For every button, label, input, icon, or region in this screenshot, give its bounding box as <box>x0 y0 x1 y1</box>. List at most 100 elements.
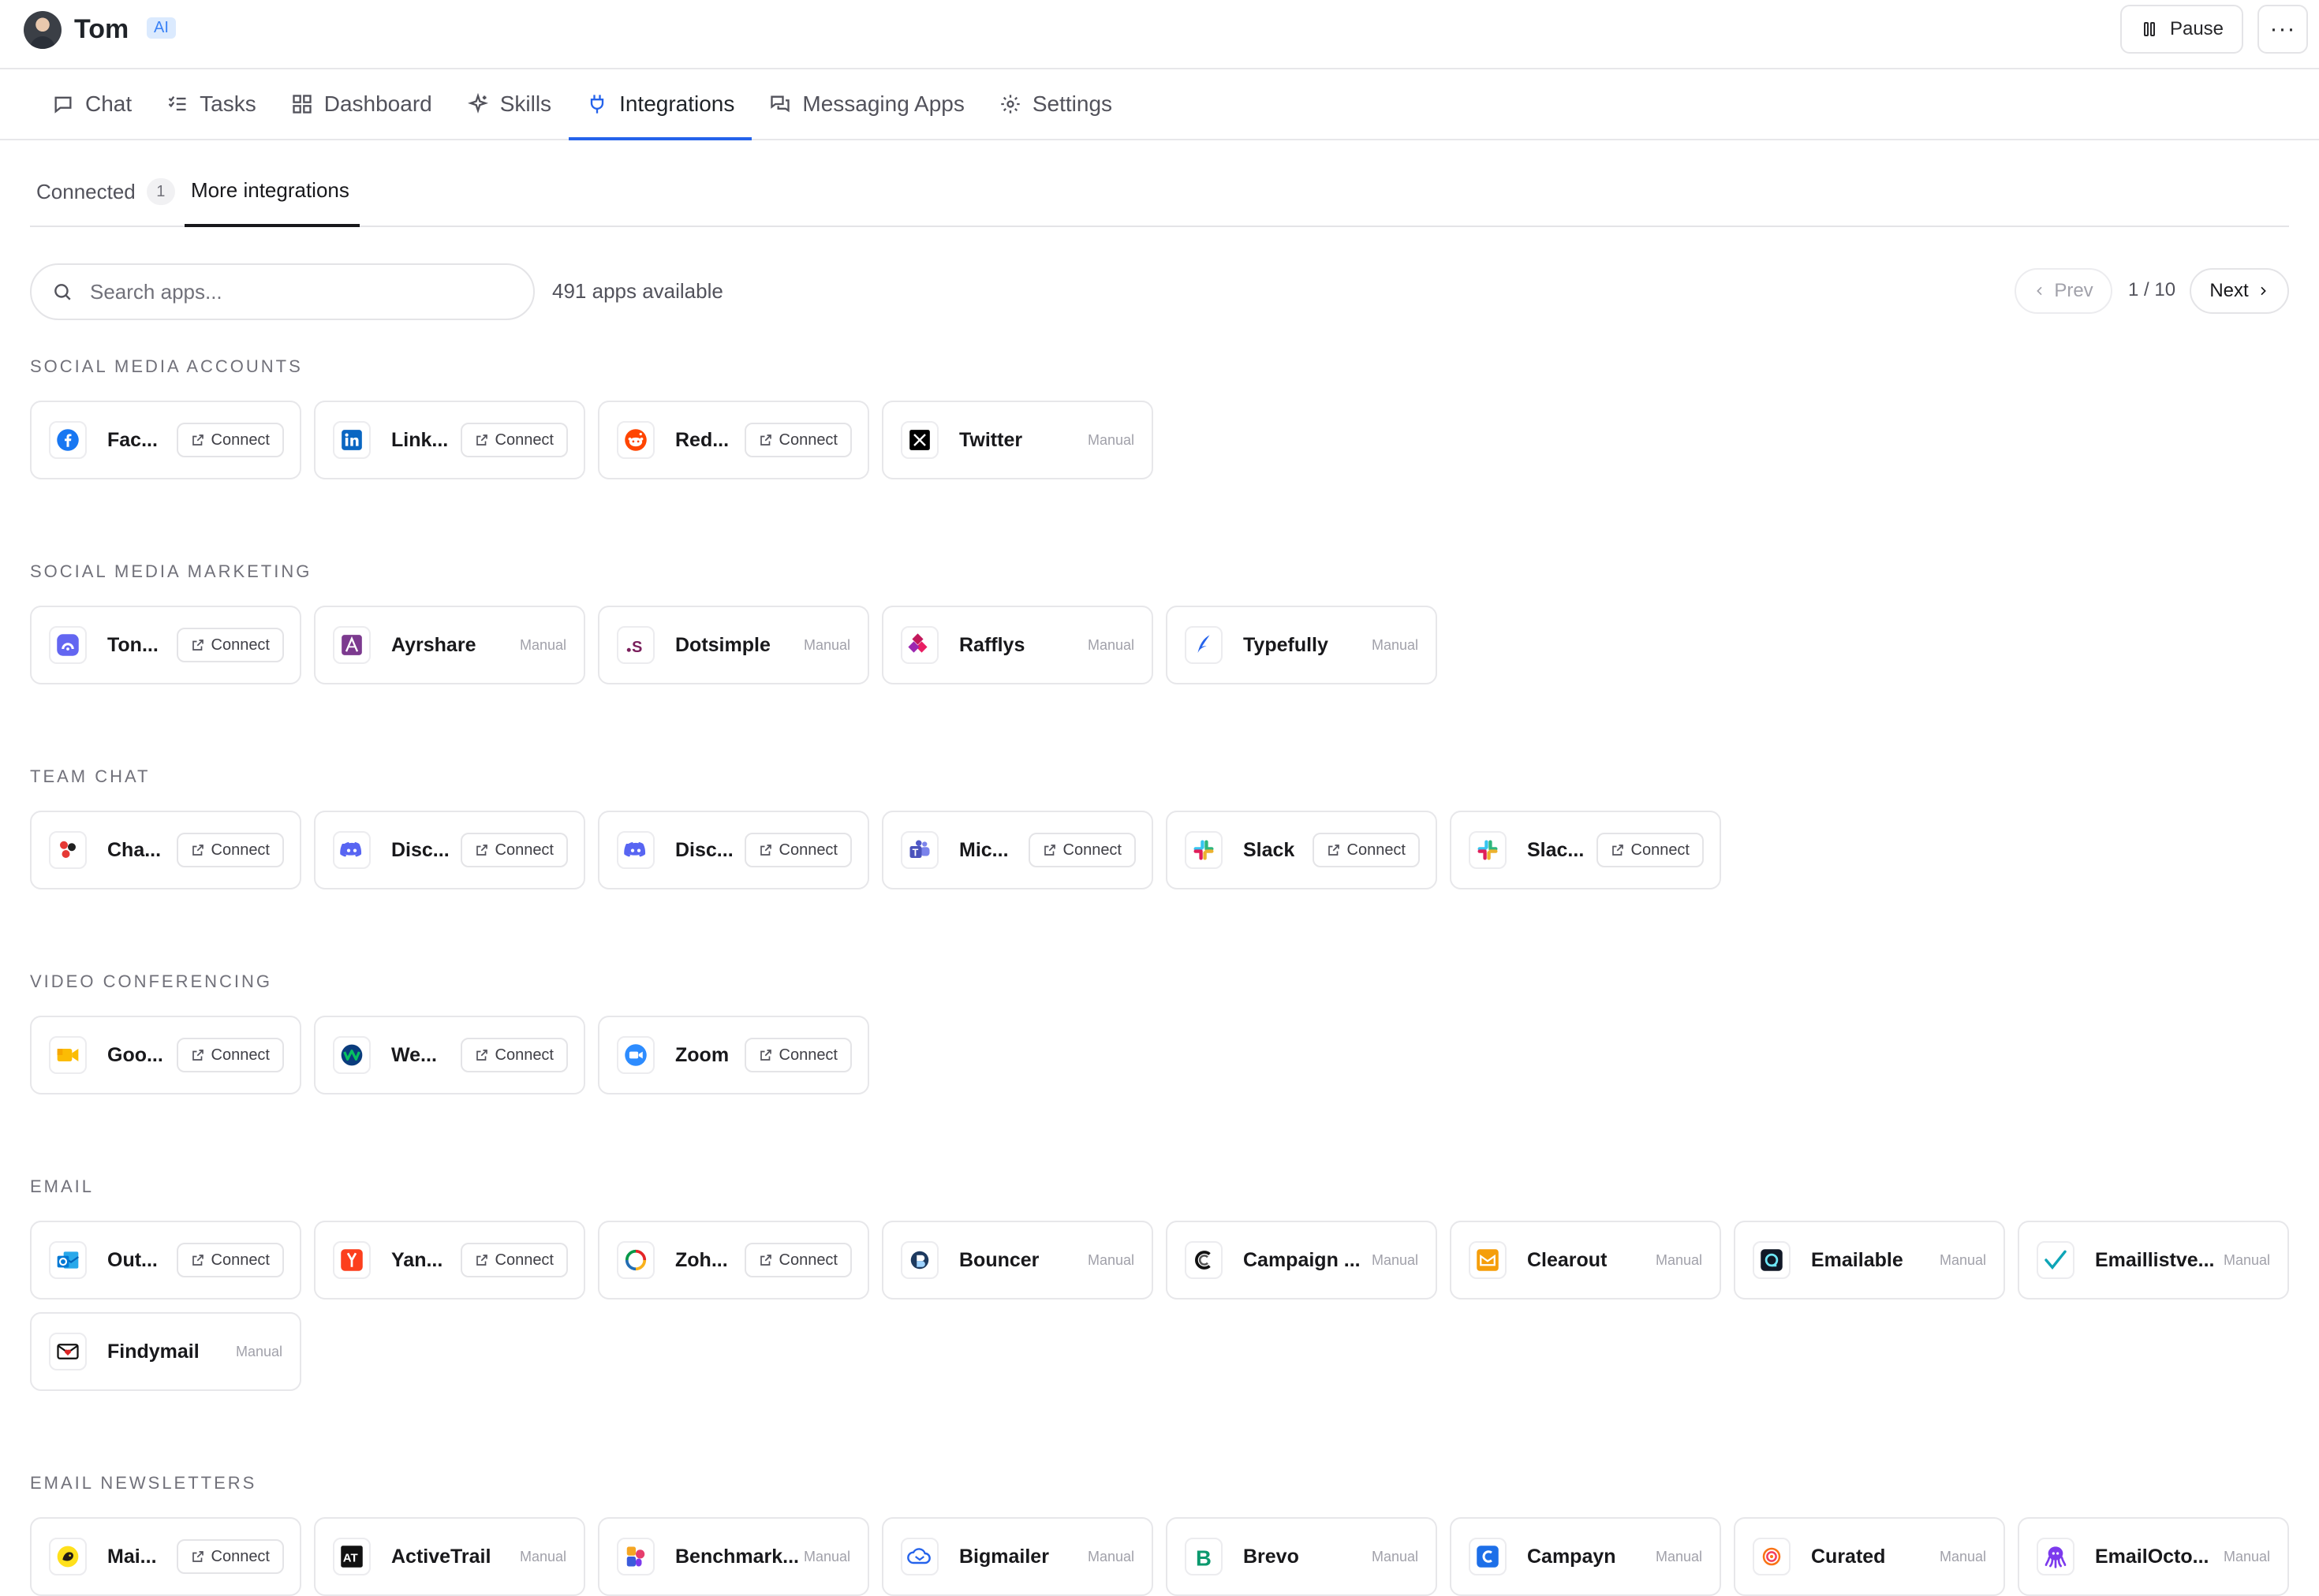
tab-messaging-apps[interactable]: Messaging Apps <box>752 69 981 139</box>
manual-tag: Manual <box>1655 1549 1702 1564</box>
discord-icon <box>333 831 371 869</box>
more-options-button[interactable]: ··· <box>2257 5 2308 54</box>
integration-card[interactable]: Slack Connect <box>1166 811 1437 889</box>
integration-card[interactable]: S Dotsimple Manual <box>598 606 869 684</box>
manual-tag: Manual <box>235 1344 282 1359</box>
connect-button[interactable]: Connect <box>744 1243 852 1277</box>
tab-tasks[interactable]: Tasks <box>149 69 274 139</box>
integration-card[interactable]: Campayn Manual <box>1450 1517 1721 1596</box>
tab-integrations[interactable]: Integrations <box>569 69 752 140</box>
external-link-icon <box>475 1048 489 1062</box>
integration-card[interactable]: Out... Connect <box>30 1221 301 1300</box>
typefully-icon <box>1185 626 1223 664</box>
integration-card[interactable]: T Mic... Connect <box>882 811 1153 889</box>
integration-name: Bouncer <box>959 1248 1040 1271</box>
tab-dashboard[interactable]: Dashboard <box>274 69 450 139</box>
integration-name: Emailable <box>1811 1248 1903 1271</box>
plug-icon <box>586 93 608 115</box>
connect-button[interactable]: Connect <box>176 1038 284 1072</box>
connect-button[interactable]: Connect <box>176 423 284 457</box>
connect-label: Connect <box>1346 841 1406 859</box>
integration-card[interactable]: Ayrshare Manual <box>314 606 585 684</box>
integration-card[interactable]: Disc... Connect <box>598 811 869 889</box>
integration-card[interactable]: Slac... Connect <box>1450 811 1721 889</box>
integration-card[interactable]: We... Connect <box>314 1016 585 1094</box>
connect-button[interactable]: Connect <box>460 833 568 867</box>
tab-label: Integrations <box>619 91 735 116</box>
tab-settings[interactable]: Settings <box>982 69 1130 139</box>
integration-card[interactable]: Clearout Manual <box>1450 1221 1721 1300</box>
connect-button[interactable]: Connect <box>1028 833 1136 867</box>
integration-card[interactable]: Bigmailer Manual <box>882 1517 1153 1596</box>
integration-name: EmailOcto... <box>2095 1545 2209 1568</box>
connect-button[interactable]: Connect <box>176 1243 284 1277</box>
external-link-icon <box>1043 843 1057 857</box>
yandex-icon <box>333 1241 371 1279</box>
integration-card[interactable]: Goo... Connect <box>30 1016 301 1094</box>
integration-card[interactable]: Twitter Manual <box>882 401 1153 479</box>
connect-button[interactable]: Connect <box>744 1038 852 1072</box>
connect-label: Connect <box>495 431 555 449</box>
brevo-icon: B <box>1185 1538 1223 1575</box>
search-input[interactable] <box>88 278 502 305</box>
connect-label: Connect <box>211 1046 271 1064</box>
prev-label: Prev <box>2054 280 2093 301</box>
tab-more-integrations[interactable]: More integrations <box>191 178 349 203</box>
integration-name: Out... <box>107 1248 158 1271</box>
integration-card[interactable]: Campaign ... Manual <box>1166 1221 1437 1300</box>
integration-card[interactable]: Zoh... Connect <box>598 1221 869 1300</box>
connect-label: Connect <box>211 636 271 654</box>
integration-card[interactable]: Curated Manual <box>1734 1517 2005 1596</box>
integration-card[interactable]: Bouncer Manual <box>882 1221 1153 1300</box>
integration-card[interactable]: Findymail Manual <box>30 1312 301 1391</box>
connect-button[interactable]: Connect <box>176 628 284 662</box>
connect-label: Connect <box>1630 841 1690 859</box>
connect-button[interactable]: Connect <box>744 423 852 457</box>
connect-button[interactable]: Connect <box>1312 833 1420 867</box>
connect-button[interactable]: Connect <box>176 1539 284 1574</box>
connect-button[interactable]: Connect <box>460 423 568 457</box>
integration-card[interactable]: Rafflys Manual <box>882 606 1153 684</box>
integration-card[interactable]: Benchmark... Manual <box>598 1517 869 1596</box>
integration-card[interactable]: Zoom Connect <box>598 1016 869 1094</box>
integration-card[interactable]: Red... Connect <box>598 401 869 479</box>
integration-card[interactable]: Emaillistve... Manual <box>2018 1221 2289 1300</box>
gear-icon <box>999 93 1021 115</box>
connect-button[interactable]: Connect <box>460 1243 568 1277</box>
integration-card[interactable]: Mai... Connect <box>30 1517 301 1596</box>
prev-page-button[interactable]: Prev <box>2015 268 2112 314</box>
main-nav: Chat Tasks Dashboard Skills Integrations Mess… <box>0 69 2319 140</box>
next-page-button[interactable]: Next <box>2190 268 2289 314</box>
integration-name: Twitter <box>959 428 1023 451</box>
integration-card[interactable]: Yan... Connect <box>314 1221 585 1300</box>
pause-button[interactable]: Pause <box>2120 5 2243 54</box>
tab-connected[interactable]: Connected 1 <box>36 178 175 205</box>
integration-card[interactable]: Emailable Manual <box>1734 1221 2005 1300</box>
integration-card[interactable]: Fac... Connect <box>30 401 301 479</box>
integration-card[interactable]: Cha... Connect <box>30 811 301 889</box>
integration-card[interactable]: Typefully Manual <box>1166 606 1437 684</box>
connect-button[interactable]: Connect <box>744 833 852 867</box>
integration-card[interactable]: Disc... Connect <box>314 811 585 889</box>
emailoctopus-icon <box>2037 1538 2074 1575</box>
connect-button[interactable]: Connect <box>176 833 284 867</box>
integration-card[interactable]: EmailOcto... Manual <box>2018 1517 2289 1596</box>
integration-name: Cha... <box>107 838 162 861</box>
avatar[interactable] <box>24 11 62 49</box>
integration-card[interactable]: AT ActiveTrail Manual <box>314 1517 585 1596</box>
teams-icon: T <box>901 831 939 869</box>
integration-name: Zoom <box>675 1043 730 1066</box>
x-twitter-icon <box>901 421 939 459</box>
integration-card-row: Goo... Connect We... Connect Zoom Connect <box>30 1016 869 1094</box>
connect-button[interactable]: Connect <box>1596 833 1704 867</box>
integration-name: Disc... <box>391 838 450 861</box>
integration-card[interactable]: Link... Connect <box>314 401 585 479</box>
external-link-icon <box>191 843 205 857</box>
tab-skills[interactable]: Skills <box>450 69 569 139</box>
integration-card[interactable]: B Brevo Manual <box>1166 1517 1437 1596</box>
zoom-icon <box>617 1036 655 1074</box>
connect-button[interactable]: Connect <box>460 1038 568 1072</box>
tab-chat[interactable]: Chat <box>35 69 149 139</box>
connect-label: Connect <box>211 1251 271 1269</box>
integration-card[interactable]: Ton... Connect <box>30 606 301 684</box>
